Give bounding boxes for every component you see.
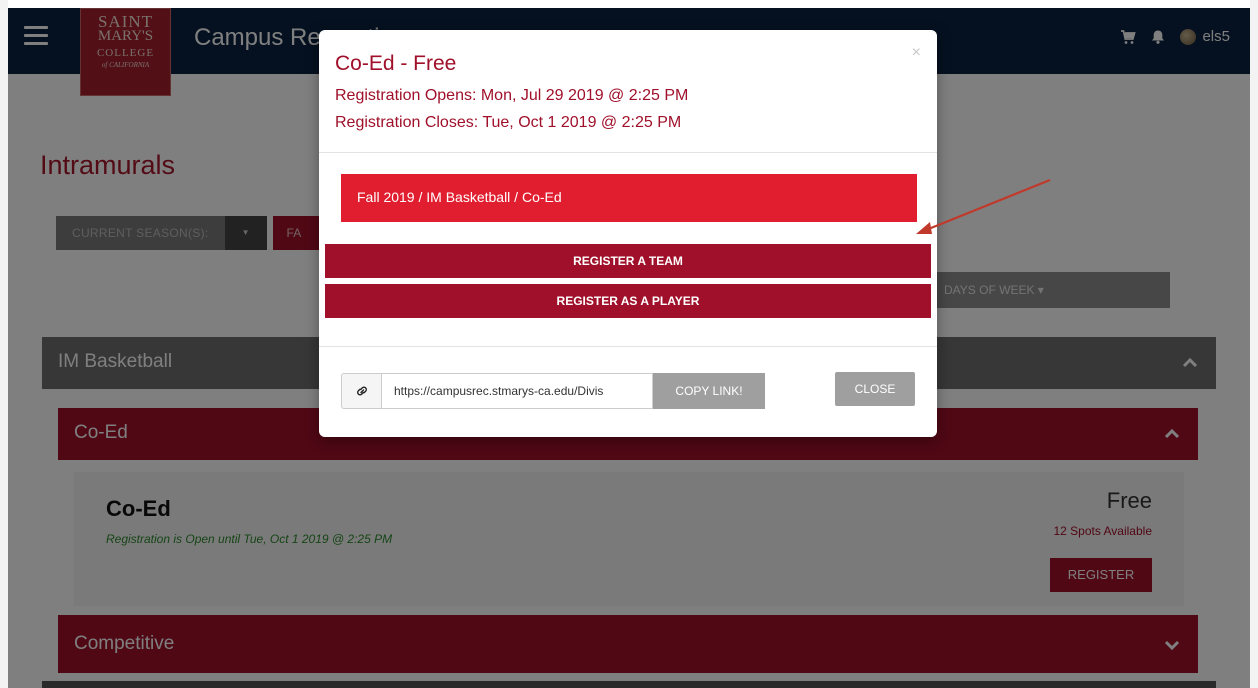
close-button[interactable]: CLOSE xyxy=(835,372,915,406)
registration-modal: × Co-Ed - Free Registration Opens: Mon, … xyxy=(319,30,937,437)
share-link-input[interactable] xyxy=(381,373,653,409)
close-icon[interactable]: × xyxy=(912,44,921,62)
registration-closes: Registration Closes: Tue, Oct 1 2019 @ 2… xyxy=(335,114,682,131)
divider xyxy=(319,346,937,347)
divider xyxy=(319,152,937,153)
register-team-button[interactable]: REGISTER A TEAM xyxy=(325,244,931,278)
annotation-arrow xyxy=(916,178,1051,234)
window-frame-left xyxy=(0,0,8,688)
registration-opens: Registration Opens: Mon, Jul 29 2019 @ 2… xyxy=(335,87,689,104)
register-player-button[interactable]: REGISTER AS A PLAYER xyxy=(325,284,931,318)
window-frame-right xyxy=(1250,0,1258,688)
modal-title: Co-Ed - Free xyxy=(335,52,457,75)
breadcrumb: Fall 2019 / IM Basketball / Co-Ed xyxy=(341,174,917,222)
link-icon xyxy=(341,373,381,409)
copy-link-button[interactable]: COPY LINK! xyxy=(653,373,765,409)
share-link-group: COPY LINK! xyxy=(341,373,765,409)
